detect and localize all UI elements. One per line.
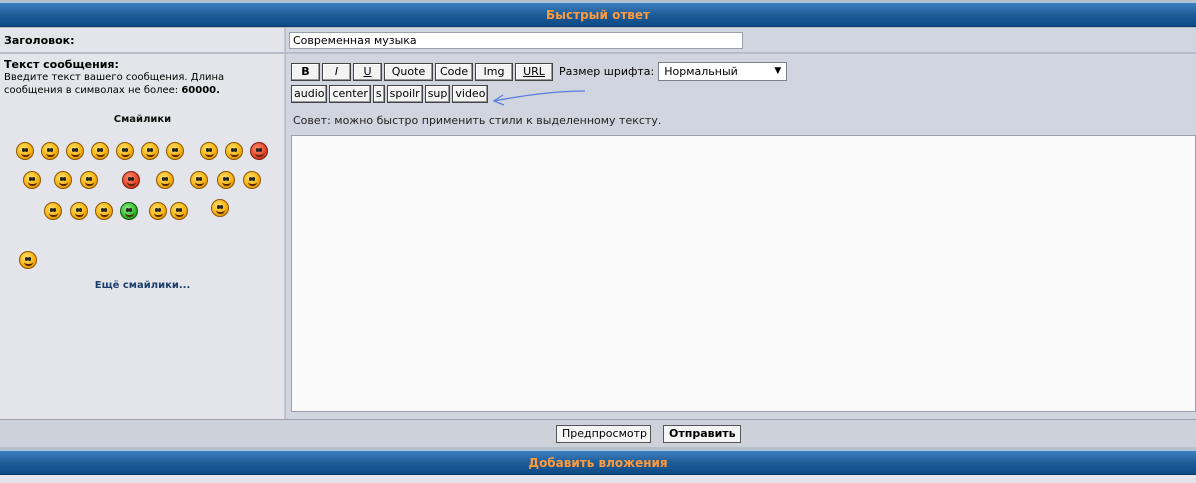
attachments-header[interactable]: Добавить вложения bbox=[0, 450, 1196, 475]
italic-button[interactable]: I bbox=[322, 62, 351, 81]
title-label: Заголовок: bbox=[4, 34, 75, 47]
message-field-cell: B I U Quote Code Img URL Размер шрифта: Нормальн… bbox=[286, 54, 1196, 419]
title-label-cell: Заголовок: bbox=[0, 28, 285, 52]
smiley-icon[interactable] bbox=[200, 142, 218, 160]
title-row: Заголовок: bbox=[0, 28, 1196, 53]
smiley-icon[interactable] bbox=[166, 142, 184, 160]
sup-button[interactable]: sup bbox=[424, 85, 451, 103]
format-hint: Совет: можно быстро применить стили к вы… bbox=[293, 114, 662, 127]
smiley-icon[interactable] bbox=[19, 251, 37, 269]
underline-button[interactable]: U bbox=[353, 62, 382, 81]
smiley-icon[interactable] bbox=[243, 171, 261, 189]
title-input[interactable] bbox=[289, 32, 743, 49]
bbcode-toolbar: audio center s spoilr sup video bbox=[291, 85, 490, 103]
url-button[interactable]: URL bbox=[515, 62, 553, 81]
spoiler-button[interactable]: spoilr bbox=[386, 85, 423, 103]
smiley-icon[interactable] bbox=[44, 202, 62, 220]
attachments-header-text: Добавить вложения bbox=[528, 456, 668, 470]
img-button[interactable]: Img bbox=[475, 62, 513, 81]
quick-reply-header-text: Быстрый ответ bbox=[546, 8, 650, 22]
smiley-icon[interactable] bbox=[66, 142, 84, 160]
smiley-icon[interactable] bbox=[41, 142, 59, 160]
smiley-icon[interactable] bbox=[91, 142, 109, 160]
smiley-icon[interactable] bbox=[95, 202, 113, 220]
smilies-title: Смайлики bbox=[113, 114, 172, 125]
smiley-icon[interactable] bbox=[250, 142, 268, 160]
smiley-icon[interactable] bbox=[116, 142, 134, 160]
font-size-value: Нормальный bbox=[664, 65, 738, 78]
smiley-icon[interactable] bbox=[54, 171, 72, 189]
smiley-icon[interactable] bbox=[149, 202, 167, 220]
message-label: Текст сообщения: bbox=[4, 58, 119, 71]
smiley-icon[interactable] bbox=[120, 202, 138, 220]
smiley-icon[interactable] bbox=[225, 142, 243, 160]
smiley-icon[interactable] bbox=[141, 142, 159, 160]
smiley-icon[interactable] bbox=[16, 142, 34, 160]
message-max-length: 60000. bbox=[181, 85, 220, 96]
message-row: Текст сообщения: Введите текст вашего со… bbox=[0, 54, 1196, 419]
smiley-icon[interactable] bbox=[122, 171, 140, 189]
font-size-label: Размер шрифта: bbox=[559, 65, 655, 78]
annotation-arrow-icon bbox=[492, 90, 586, 106]
bold-button[interactable]: B bbox=[291, 62, 320, 81]
smiley-icon[interactable] bbox=[190, 171, 208, 189]
font-size-select[interactable]: Нормальный ▼ bbox=[658, 62, 788, 81]
quote-button[interactable]: Quote bbox=[384, 62, 433, 81]
format-toolbar: B I U Quote Code Img URL Размер шрифта: Нормальн… bbox=[291, 62, 788, 81]
center-button[interactable]: center bbox=[329, 85, 371, 103]
smiley-icon[interactable] bbox=[217, 171, 235, 189]
smiley-icon[interactable] bbox=[170, 202, 188, 220]
smiley-icon[interactable] bbox=[23, 171, 41, 189]
video-button[interactable]: video bbox=[452, 85, 489, 103]
audio-button[interactable]: audio bbox=[291, 85, 328, 103]
preview-button[interactable]: Предпросмотр bbox=[556, 425, 651, 443]
smiley-icon[interactable] bbox=[211, 199, 229, 217]
title-field-cell bbox=[286, 28, 1196, 52]
message-textarea[interactable] bbox=[291, 135, 1196, 412]
strike-button[interactable]: s bbox=[372, 85, 385, 103]
smiley-icon[interactable] bbox=[156, 171, 174, 189]
smiley-icon[interactable] bbox=[80, 171, 98, 189]
code-button[interactable]: Code bbox=[435, 62, 473, 81]
message-label-cell: Текст сообщения: Введите текст вашего со… bbox=[0, 54, 285, 419]
more-smilies-link[interactable]: Ещё смайлики... bbox=[0, 280, 285, 291]
attachments-body bbox=[0, 475, 1196, 483]
message-description: Введите текст вашего сообщения. Длина со… bbox=[4, 71, 282, 97]
smiley-icon[interactable] bbox=[70, 202, 88, 220]
submit-button[interactable]: Отправить bbox=[663, 425, 741, 443]
dropdown-arrow-icon: ▼ bbox=[774, 66, 782, 76]
quick-reply-header: Быстрый ответ bbox=[0, 2, 1196, 27]
submit-bar: Предпросмотр Отправить bbox=[0, 419, 1196, 447]
